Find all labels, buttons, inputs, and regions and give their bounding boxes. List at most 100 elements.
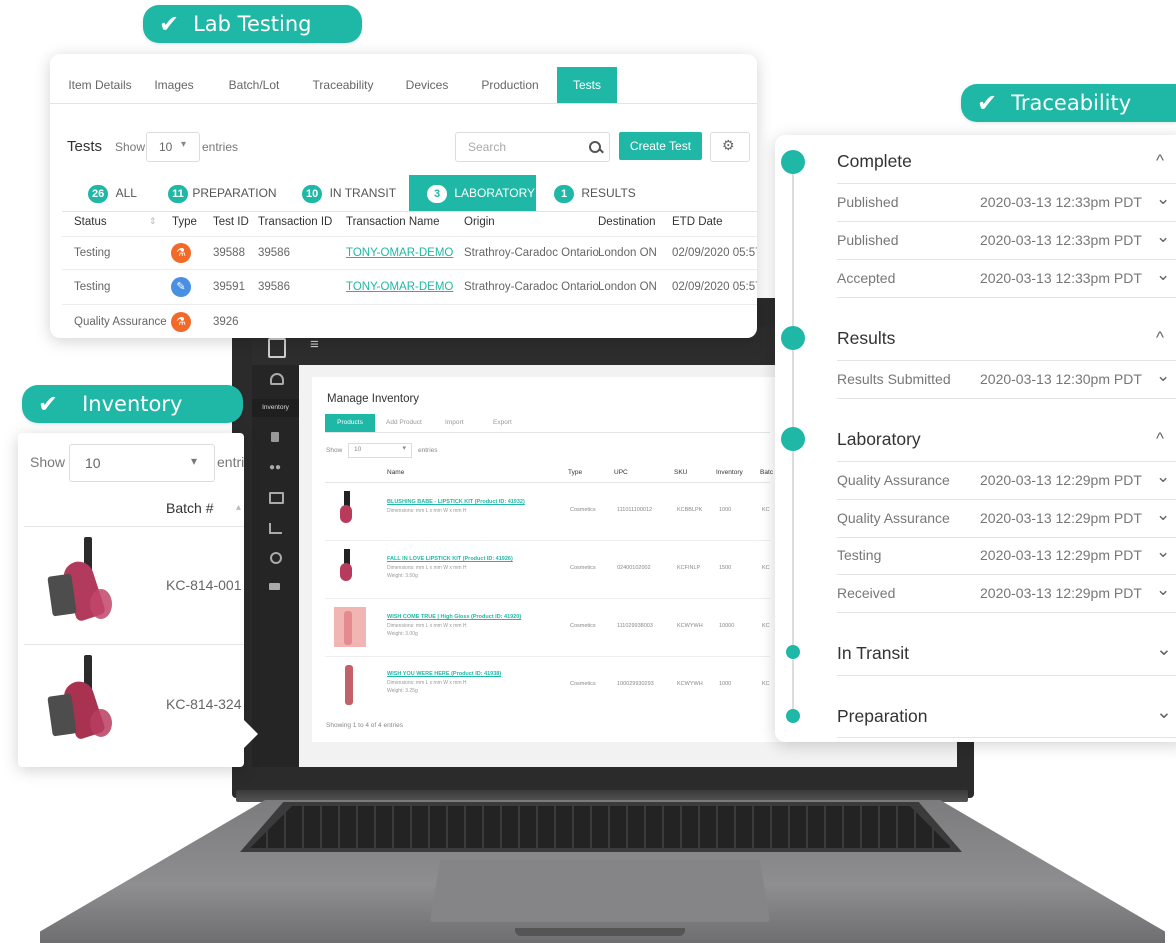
chevron-down-icon[interactable]: ⌄ (1156, 467, 1170, 487)
col-batch[interactable]: Batc (760, 469, 773, 476)
filter-results[interactable]: 1 RESULTS (554, 175, 636, 211)
section-divider (837, 737, 1176, 738)
traceability-panel: Complete ^ Published 2020-03-13 12:33pm … (775, 135, 1176, 742)
col-upc[interactable]: UPC (614, 469, 628, 476)
col-inventory[interactable]: Inventory (716, 469, 743, 476)
sidebar-item-inventory[interactable]: Inventory (252, 399, 299, 417)
dashboard-icon[interactable] (270, 373, 284, 385)
row-divider (837, 398, 1176, 399)
timeline-dot-complete (781, 150, 805, 174)
product-name[interactable]: BLUSHING BABE - LIPSTICK KIT (Product ID… (387, 499, 525, 505)
row-divider (325, 656, 770, 657)
entries-select[interactable]: 10 ▾ (69, 444, 215, 482)
section-complete-title[interactable]: Complete (837, 151, 912, 172)
cell-origin: Strathroy-Caradoc Ontario (464, 247, 599, 259)
col-transaction-name[interactable]: Transaction Name (346, 216, 440, 228)
tab-item-details[interactable]: Item Details (60, 67, 140, 103)
row-divider (837, 297, 1176, 298)
create-test-button[interactable]: Create Test (619, 132, 702, 160)
section-laboratory-title[interactable]: Laboratory (837, 429, 921, 450)
settings-icon[interactable] (270, 552, 282, 564)
col-type[interactable]: Type (172, 216, 197, 228)
section-in-transit-title[interactable]: In Transit (837, 643, 909, 664)
product-batch: KC (762, 565, 770, 571)
chevron-down-icon[interactable]: ⌄ (1156, 227, 1170, 247)
cell-status: Quality Assurance (74, 316, 167, 328)
chevron-down-icon[interactable]: ⌄ (1156, 542, 1170, 562)
tab-add-product[interactable]: Add Product (386, 414, 422, 432)
trash-icon[interactable] (271, 432, 279, 442)
tab-devices[interactable]: Devices (400, 67, 454, 103)
chevron-down-icon[interactable]: ⌄ (1156, 505, 1170, 525)
col-test-id[interactable]: Test ID (213, 216, 249, 228)
tab-images[interactable]: Images (148, 67, 200, 103)
chevron-down-icon[interactable]: ⌄ (1156, 580, 1170, 600)
filter-laboratory[interactable]: 3 LABORATORY (409, 175, 536, 211)
col-sku[interactable]: SKU (674, 469, 687, 476)
chevron-down-icon: ▾ (181, 139, 187, 150)
col-destination[interactable]: Destination (598, 216, 656, 228)
chevron-down-icon[interactable]: ⌄ (1156, 701, 1172, 724)
menu-icon[interactable]: ≡ (310, 336, 319, 353)
filters-divider (62, 211, 757, 212)
entries-label: entries (418, 447, 438, 454)
chevron-down-icon[interactable]: ⌄ (1156, 366, 1170, 386)
timeline-dot-preparation (786, 709, 800, 723)
filter-all[interactable]: 26 ALL (88, 175, 137, 211)
section-results-title[interactable]: Results (837, 328, 895, 349)
users-icon[interactable]: ●● (269, 462, 281, 473)
settings-button[interactable]: ⚙ (710, 132, 750, 162)
filter-label: RESULTS (581, 186, 636, 200)
row-divider (837, 259, 1176, 260)
product-dims: Dimensions: mm L x mm W x mm H (387, 565, 467, 571)
batch-number: KC-814-001 (166, 577, 242, 593)
filter-in-transit[interactable]: 10 IN TRANSIT (302, 175, 396, 211)
filter-label: LABORATORY (454, 186, 536, 200)
tab-import[interactable]: Import (445, 414, 463, 432)
tab-export[interactable]: Export (493, 414, 512, 432)
tab-traceability[interactable]: Traceability (308, 67, 378, 103)
search-icon[interactable] (589, 141, 601, 153)
product-name[interactable]: WISH COME TRUE | High Gloss (Product ID:… (387, 614, 521, 620)
id-card-icon[interactable] (269, 492, 284, 504)
inventory-card: Manage Inventory Products Add Product Im… (312, 377, 782, 742)
product-dims: Dimensions: mm L x mm W x mm H (387, 508, 467, 514)
tab-products[interactable]: Products (325, 414, 375, 432)
col-etd-date[interactable]: ETD Date (672, 216, 723, 228)
section-preparation-title[interactable]: Preparation (837, 706, 927, 727)
section-divider (837, 675, 1176, 676)
chevron-up-icon[interactable]: ^ (1156, 151, 1164, 171)
lab-testing-pill: ✔ Lab Testing (143, 5, 362, 43)
filter-preparation[interactable]: 11 PREPARATION (168, 175, 277, 211)
timeline-dot-in-transit (786, 645, 800, 659)
pipette-icon: ✎ (171, 277, 191, 297)
flask-icon: ⚗ (171, 243, 191, 263)
chevron-down-icon[interactable]: ⌄ (1156, 265, 1170, 285)
col-name[interactable]: Name (387, 469, 404, 476)
chart-icon[interactable] (269, 523, 282, 534)
chevron-down-icon[interactable]: ⌄ (1156, 638, 1172, 661)
tab-production[interactable]: Production (475, 67, 545, 103)
tab-batch-lot[interactable]: Batch/Lot (222, 67, 286, 103)
chevron-down-icon[interactable]: ⌄ (1156, 189, 1170, 209)
col-origin[interactable]: Origin (464, 216, 495, 228)
cell-transaction-name[interactable]: TONY-OMAR-DEMO (346, 281, 453, 293)
chevron-up-icon[interactable]: ^ (1156, 328, 1164, 348)
col-status[interactable]: Status (74, 216, 107, 228)
product-name[interactable]: FALL IN LOVE LIPSTICK KIT (Product ID: 4… (387, 556, 513, 562)
col-batch[interactable]: Batch # (166, 500, 213, 516)
product-name[interactable]: WISH YOU WERE HERE (Product ID: 41938) (387, 671, 501, 677)
col-type[interactable]: Type (568, 469, 582, 476)
entries-select[interactable]: 10 ▾ (146, 132, 200, 162)
row-divider (62, 269, 757, 270)
tab-tests[interactable]: Tests (557, 67, 617, 103)
toolbox-icon[interactable] (269, 583, 280, 590)
cell-transaction-name[interactable]: TONY-OMAR-DEMO (346, 247, 453, 259)
chevron-up-icon[interactable]: ^ (1156, 429, 1164, 449)
sort-icon: ⇕ (149, 216, 157, 226)
entries-select[interactable]: 10 ▾ (348, 443, 412, 458)
col-transaction-id[interactable]: Transaction ID (258, 216, 332, 228)
row-divider (325, 598, 770, 599)
check-icon: ✔ (159, 10, 180, 38)
search-input[interactable]: Search (455, 132, 610, 162)
